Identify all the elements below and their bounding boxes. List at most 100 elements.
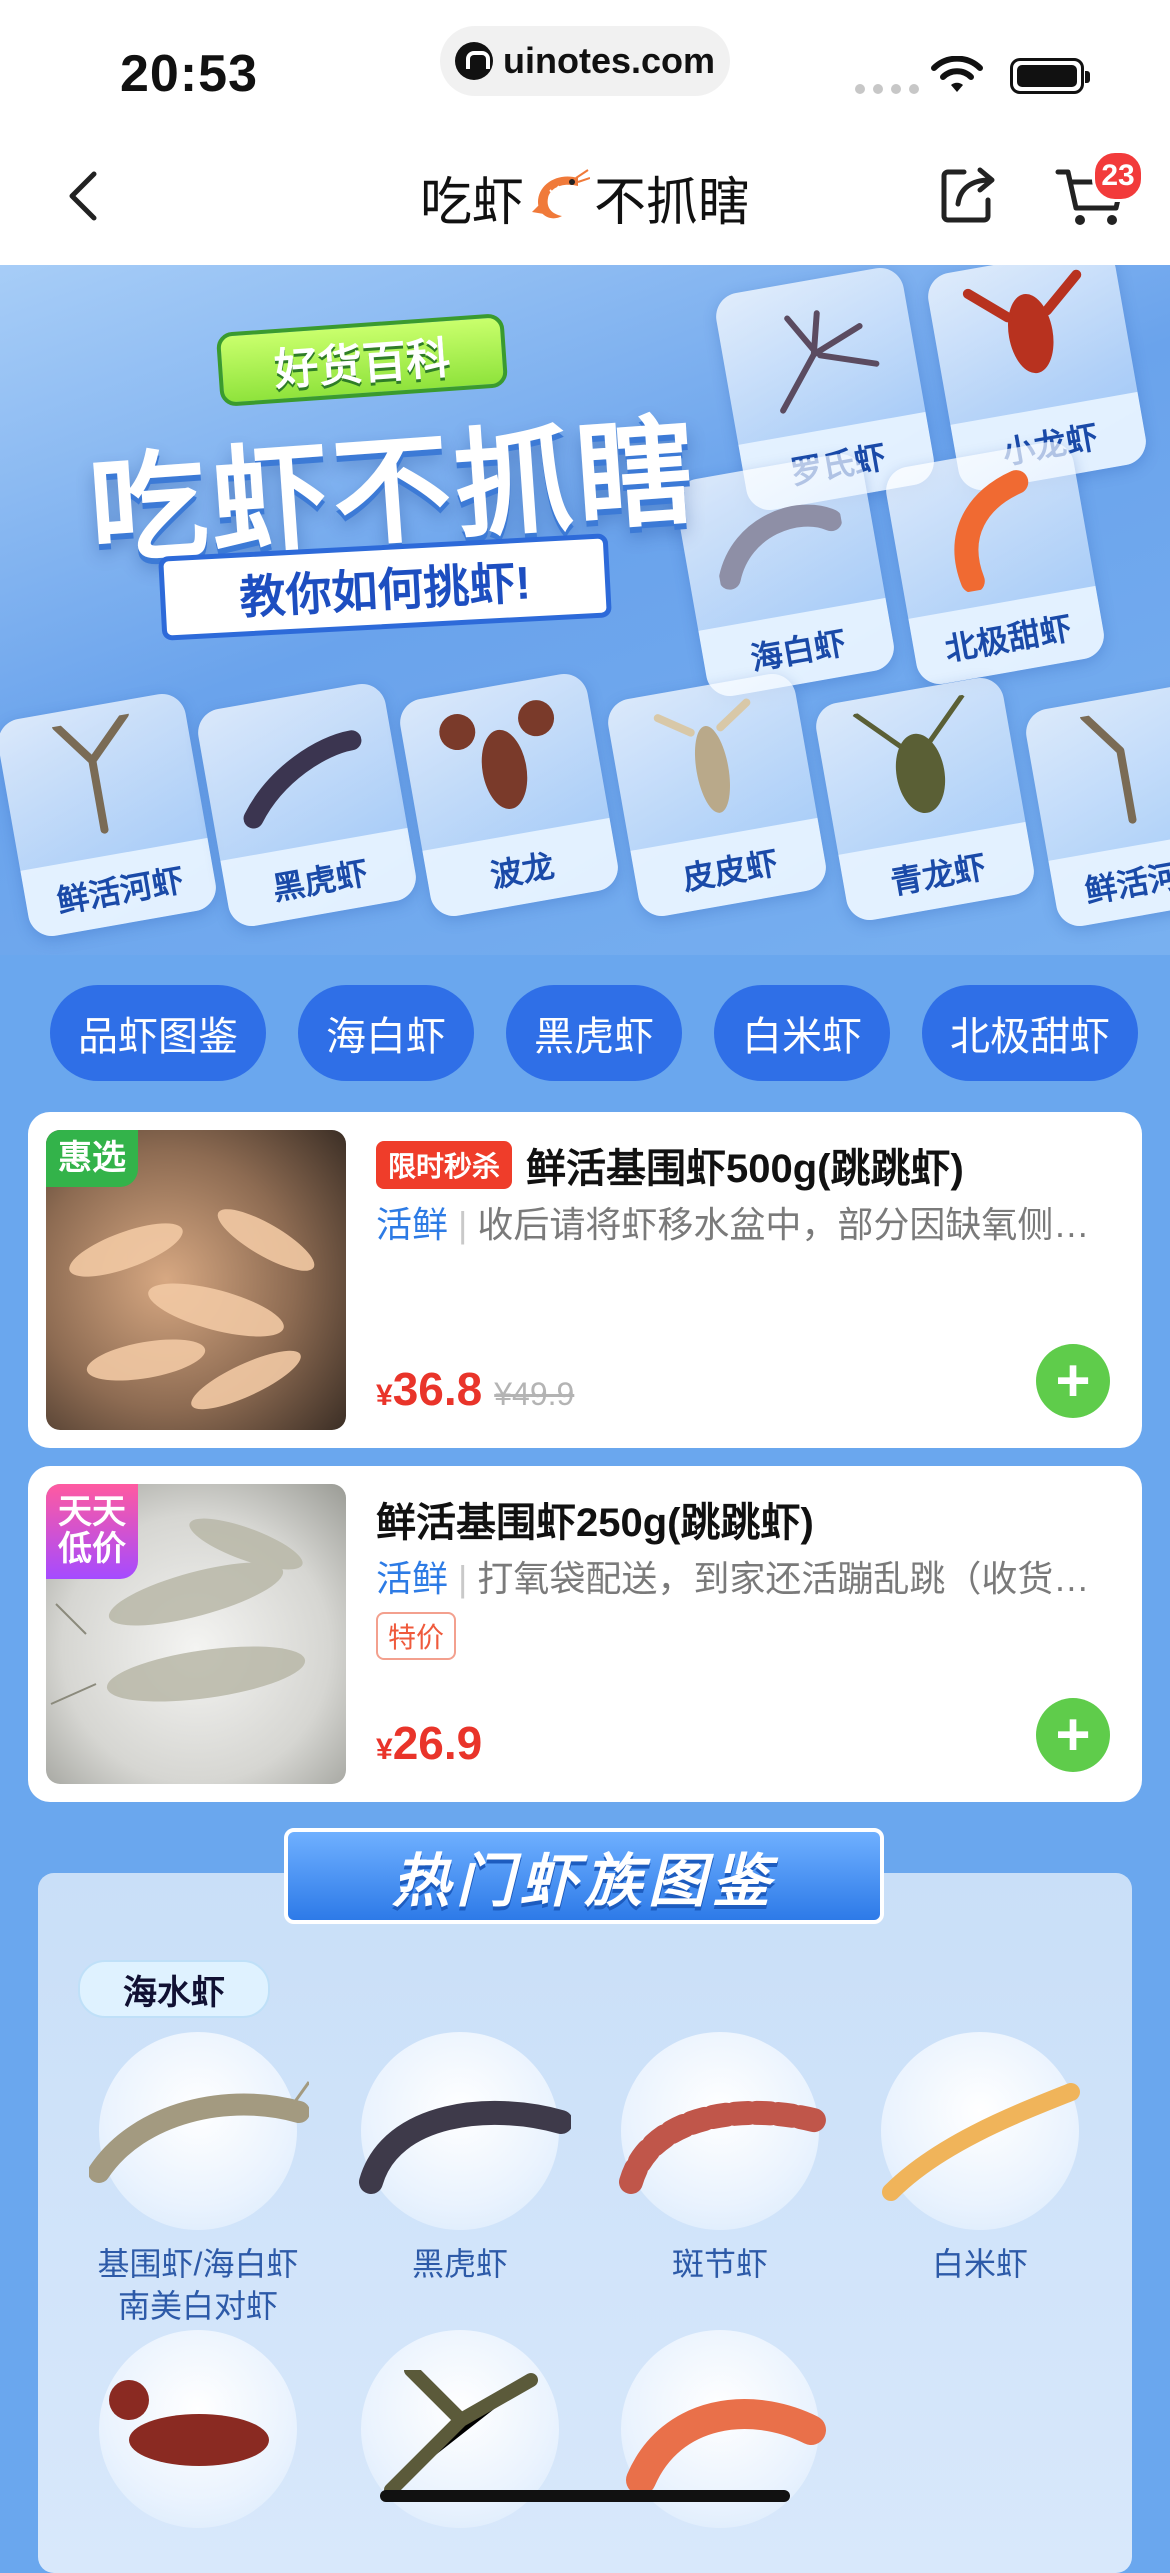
url-pill[interactable]: uinotes.com — [440, 26, 730, 96]
fresh-tag: 活鲜 — [376, 1204, 449, 1245]
banner-tile[interactable]: 鲜活河虾 — [0, 690, 220, 940]
tile-label: 黑虎虾 — [220, 827, 420, 930]
banner-tile[interactable]: 鲜活河虾 — [1022, 680, 1170, 930]
spiny-lobster-illustration — [852, 693, 965, 814]
cellular-signal-icon — [855, 84, 919, 94]
shrimp-icon — [532, 168, 590, 218]
shrimp-illustration — [359, 2100, 571, 2194]
species-item[interactable] — [88, 2330, 308, 2528]
category-chips: 品虾图鉴 海白虾 黑虎虾 白米虾 北极甜虾 — [0, 985, 1170, 1081]
species-image — [99, 2330, 297, 2528]
original-price: ¥49.9 — [494, 1376, 575, 1412]
shrimp-illustration — [51, 710, 129, 834]
species-name: 白米虾 — [870, 2244, 1090, 2286]
desc-text: 收后请将虾移水盆中，部分因缺氧侧… — [477, 1204, 1090, 1245]
promo-banner[interactable]: 罗氏虾 小龙虾 海白虾 北极甜虾 鲜活河虾 黑虎虾 波龙 皮皮虾 青龙虾 鲜活河… — [0, 265, 1170, 955]
shrimp-illustration — [954, 470, 1029, 594]
product-card[interactable]: 天天 低价 鲜活基围虾250g(跳跳虾) 活鲜 | 打氧袋配送，到家还活蹦乱跳（收货… — [28, 1466, 1142, 1802]
product-desc: 活鲜 | 打氧袋配送，到家还活蹦乱跳（收货… — [376, 1558, 1090, 1599]
share-icon[interactable] — [936, 162, 1000, 226]
price-value: 26.9 — [392, 1717, 483, 1769]
species-name-line-1: 黑虎虾 — [411, 2246, 508, 2282]
species-item[interactable]: 黑虎虾 — [350, 2032, 571, 2286]
banner-tile[interactable]: 黑虎虾 — [194, 680, 420, 930]
tile-label: 波龙 — [422, 817, 622, 920]
species-name-line-1: 斑节虾 — [671, 2246, 768, 2282]
species-item[interactable]: 白米虾 — [870, 2032, 1090, 2286]
species-image — [881, 2032, 1080, 2230]
tile-label: 鲜活河虾 — [1048, 827, 1170, 930]
encyclopedia-title: 热门虾族图鉴 — [284, 1828, 884, 1924]
battery-icon — [1010, 58, 1090, 94]
product-title: 鲜活基围虾250g(跳跳虾) — [376, 1490, 814, 1548]
add-to-cart-button[interactable]: + — [1036, 1344, 1110, 1418]
banner-tile[interactable]: 皮皮虾 — [604, 670, 830, 920]
title-left: 吃虾 — [419, 174, 524, 232]
mantis-shrimp-illustration — [653, 698, 751, 813]
species-name: 黑虎虾 — [350, 2244, 570, 2286]
species-item[interactable]: 基围虾/海白虾 南美白对虾 — [88, 2032, 309, 2327]
cart-count-badge: 23 — [1092, 150, 1144, 202]
product-image: 天天 低价 — [46, 1484, 346, 1784]
tile-label: 青龙虾 — [838, 821, 1038, 924]
tile-label: 皮皮虾 — [630, 817, 830, 920]
species-image — [359, 2032, 571, 2230]
status-bar: 20:53 uinotes.com — [0, 0, 1170, 130]
lobster-illustration — [109, 2380, 269, 2466]
promo-badge: 天天 低价 — [46, 1484, 138, 1579]
shrimp-illustration — [718, 504, 843, 590]
status-time: 20:53 — [120, 45, 258, 103]
tile-label: 北极甜虾 — [908, 585, 1108, 688]
chip[interactable]: 海白虾 — [298, 985, 474, 1081]
species-name-line-1: 基围虾/海白虾 — [97, 2246, 299, 2282]
fresh-tag: 活鲜 — [376, 1558, 449, 1599]
banner-tile[interactable]: 青龙虾 — [812, 674, 1038, 924]
species-image — [619, 2032, 831, 2230]
shrimp-illustration — [243, 730, 362, 829]
flash-sale-tag: 限时秒杀 — [376, 1141, 513, 1189]
banner-tile[interactable]: 北极甜虾 — [882, 438, 1108, 688]
shrimp-illustration — [882, 2083, 1080, 2201]
shrimp-illustration — [1079, 712, 1137, 824]
crayfish-illustration — [962, 269, 1082, 374]
chip[interactable]: 北极甜虾 — [922, 985, 1138, 1081]
category-pill[interactable]: 海水虾 — [78, 1960, 270, 2018]
price-value: 36.8 — [392, 1363, 483, 1415]
banner-tile[interactable]: 海白虾 — [672, 450, 898, 700]
tile-label: 鲜活河虾 — [20, 837, 220, 940]
url-text: uinotes.com — [502, 40, 716, 81]
chip[interactable]: 白米虾 — [714, 985, 890, 1081]
species-name-line-1: 白米虾 — [931, 2246, 1028, 2282]
shrimp-illustration — [780, 310, 880, 414]
special-price-tag: 特价 — [376, 1612, 457, 1660]
species-image — [89, 2032, 309, 2230]
shrimp-illustration — [619, 2100, 831, 2194]
desc-text: 打氧袋配送，到家还活蹦乱跳（收货… — [477, 1558, 1090, 1599]
currency: ¥ — [376, 1733, 393, 1766]
spiny-lobster-illustration — [384, 2370, 538, 2497]
site-icon — [454, 42, 493, 80]
product-desc: 活鲜 | 收后请将虾移水盆中，部分因缺氧侧… — [376, 1204, 1090, 1245]
badge-line-1: 天天 — [58, 1493, 126, 1531]
home-indicator — [380, 2490, 790, 2502]
shrimp-illustration — [626, 2399, 826, 2495]
wifi-icon — [931, 56, 983, 92]
species-name: 基围虾/海白虾 南美白对虾 — [88, 2244, 308, 2327]
species-name: 斑节虾 — [610, 2244, 830, 2286]
product-name: 鲜活基围虾250g(跳跳虾) — [376, 1501, 814, 1545]
product-image: 惠选 — [46, 1130, 346, 1430]
shrimp-illustration — [89, 2081, 309, 2183]
product-title: 限时秒杀 鲜活基围虾500g(跳跳虾) — [376, 1136, 964, 1194]
chip[interactable]: 品虾图鉴 — [50, 985, 266, 1081]
price: ¥26.9 — [376, 1716, 482, 1770]
nav-bar: 吃虾 不抓瞎 23 — [0, 130, 1170, 265]
badge-line-2: 低价 — [58, 1530, 126, 1569]
promo-badge: 惠选 — [46, 1130, 138, 1188]
price: ¥36.8 ¥49.9 — [376, 1362, 574, 1416]
add-to-cart-button[interactable]: + — [1036, 1698, 1110, 1772]
currency: ¥ — [376, 1379, 393, 1412]
product-card[interactable]: 惠选 限时秒杀 鲜活基围虾500g(跳跳虾) 活鲜 | 收后请将虾移水盆中，部分因缺… — [28, 1112, 1142, 1448]
banner-tile[interactable]: 波龙 — [396, 670, 622, 920]
species-item[interactable]: 斑节虾 — [610, 2032, 831, 2286]
chip[interactable]: 黑虎虾 — [506, 985, 682, 1081]
